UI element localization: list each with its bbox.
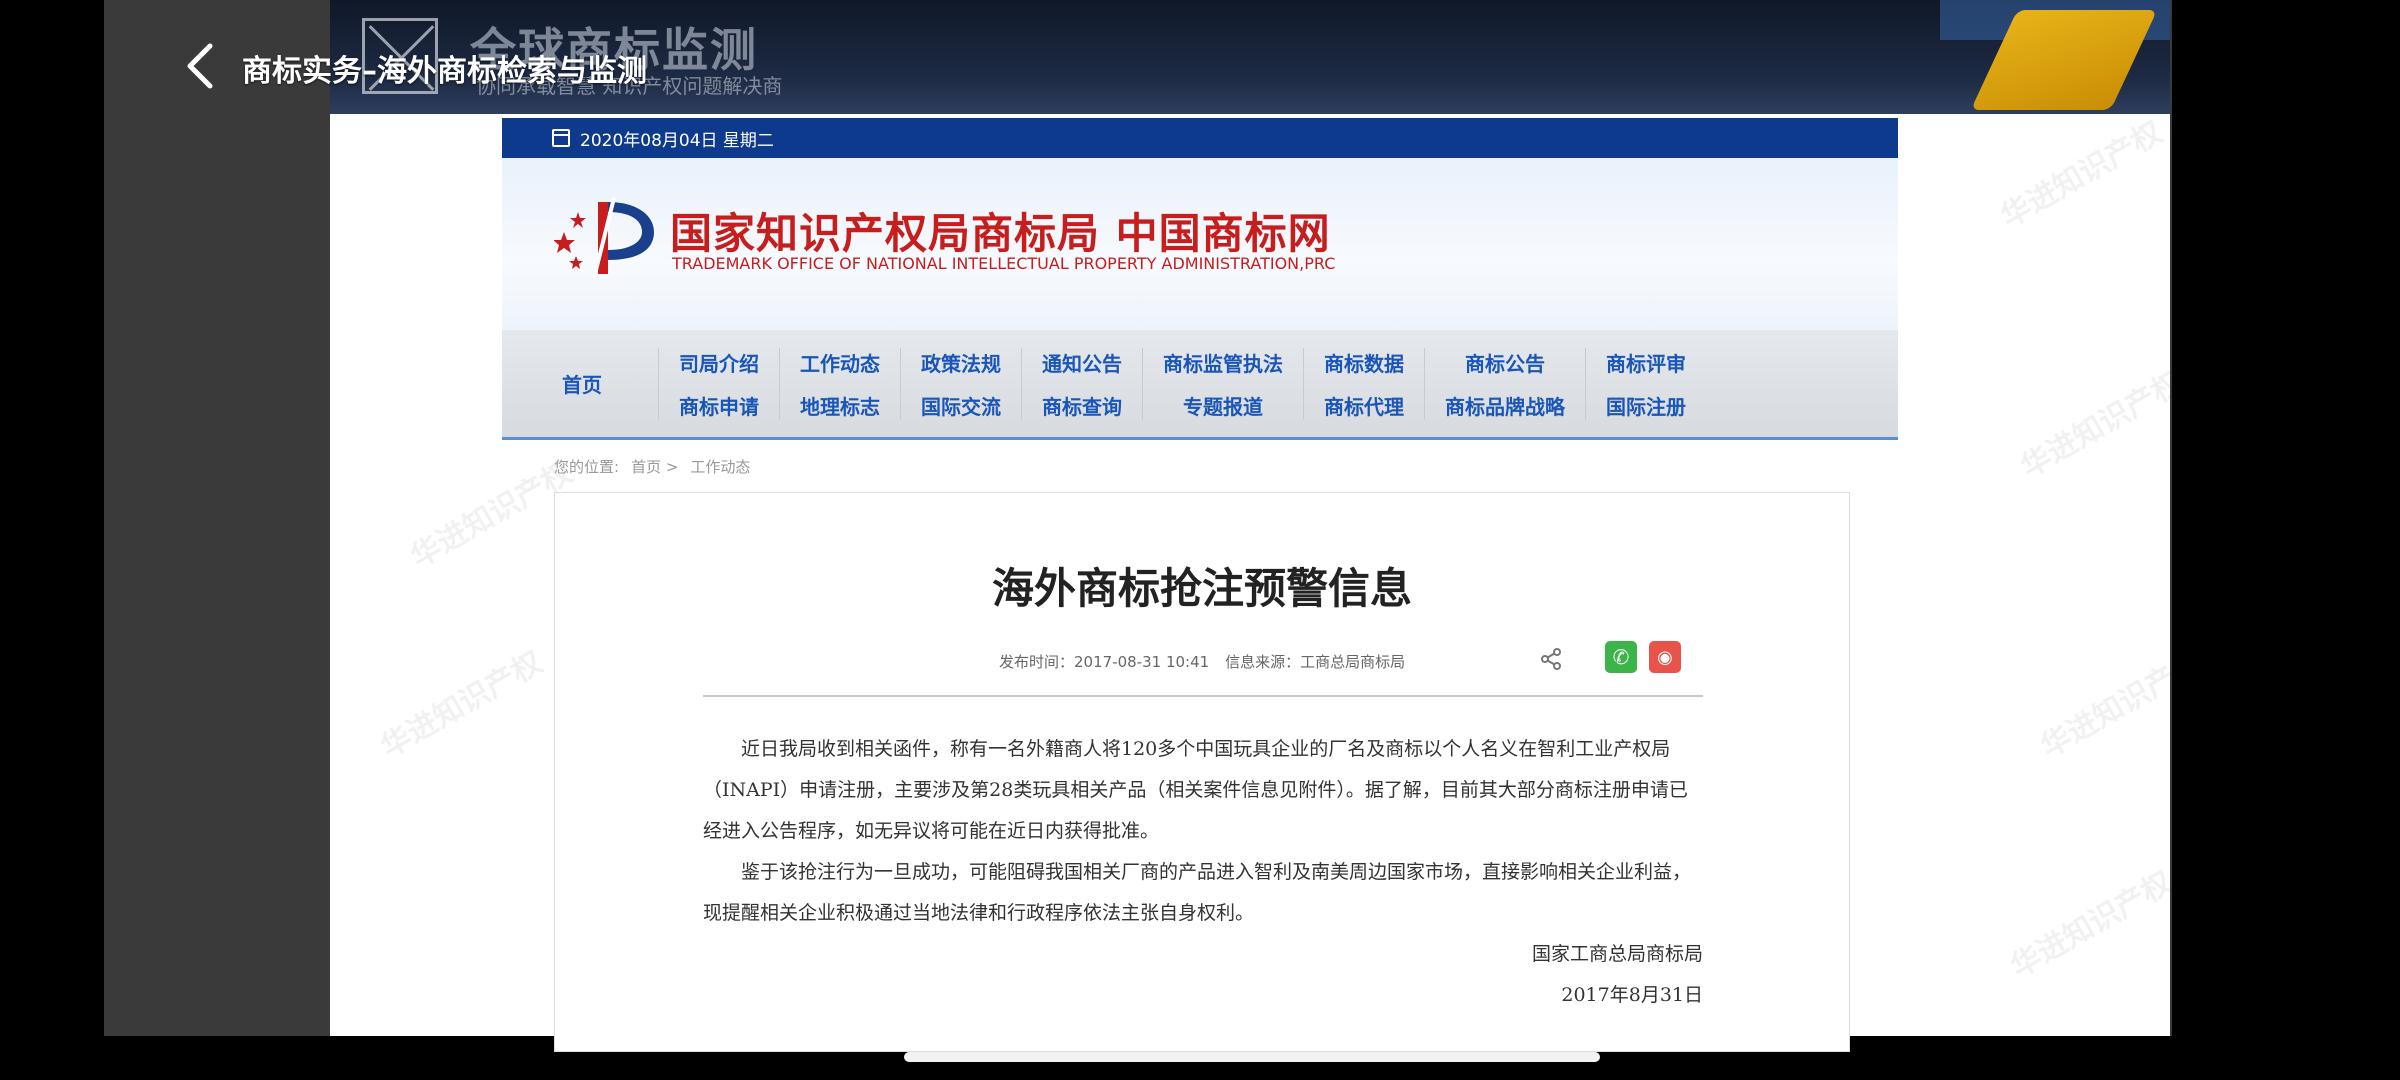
nav-link[interactable]: 地理标志 bbox=[800, 391, 880, 420]
nav-link[interactable]: 商标品牌战略 bbox=[1445, 391, 1565, 420]
nav-link[interactable]: 国际注册 bbox=[1606, 391, 1686, 420]
weibo-share-icon[interactable]: ◉ bbox=[1649, 641, 1681, 673]
article-paragraph: 鉴于该抢注行为一旦成功，可能阻碍我国相关厂商的产品进入智利及南美周边国家市场，直… bbox=[703, 861, 1692, 924]
nav-home-link[interactable]: 首页 bbox=[562, 369, 658, 398]
banner-title-en: TRADEMARK OFFICE OF NATIONAL INTELLECTUA… bbox=[672, 254, 1336, 273]
publish-time: 发布时间：2017-08-31 10:41 bbox=[999, 653, 1210, 671]
nav-column: 商标监管执法 专题报道 bbox=[1142, 347, 1303, 420]
nav-link[interactable]: 商标申请 bbox=[679, 391, 759, 420]
back-button[interactable] bbox=[178, 40, 222, 92]
wechat-share-icon[interactable]: ✆ bbox=[1605, 641, 1637, 673]
watermark: 华进知识产权 bbox=[2005, 864, 2170, 986]
watermark: 华进知识产权 bbox=[375, 644, 549, 766]
nav-column: 商标公告 商标品牌战略 bbox=[1424, 347, 1585, 420]
article-meta: 发布时间：2017-08-31 10:41 信息来源：工商总局商标局 bbox=[999, 651, 1405, 672]
nav-link[interactable]: 商标评审 bbox=[1606, 348, 1686, 377]
breadcrumb-current[interactable]: 工作动态 bbox=[690, 456, 750, 477]
nav-link[interactable]: 商标监管执法 bbox=[1163, 348, 1283, 377]
article-paragraph: 近日我局收到相关函件，称有一名外籍商人将120多个中国玩具企业的厂名及商标以个人… bbox=[703, 738, 1688, 842]
article-body: 近日我局收到相关函件，称有一名外籍商人将120多个中国玩具企业的厂名及商标以个人… bbox=[703, 729, 1703, 1016]
nav-link[interactable]: 商标公告 bbox=[1465, 348, 1545, 377]
article-sign-date: 2017年8月31日 bbox=[1561, 984, 1703, 1006]
nav-link[interactable]: 工作动态 bbox=[800, 348, 880, 377]
site-date: 2020年08月04日 星期二 bbox=[580, 130, 774, 151]
date-bar: 2020年08月04日 星期二 bbox=[502, 118, 1898, 158]
nav-link[interactable]: 司局介绍 bbox=[679, 348, 759, 377]
nav-column: 商标评审 国际注册 bbox=[1585, 347, 1706, 420]
article-signature: 国家工商总局商标局 bbox=[1531, 943, 1703, 965]
site-banner: 国家知识产权局商标局 中国商标网 TRADEMARK OFFICE OF NAT… bbox=[502, 158, 1898, 330]
trademark-office-emblem-icon bbox=[554, 197, 654, 279]
nav-link[interactable]: 商标数据 bbox=[1324, 348, 1404, 377]
nav-link[interactable]: 专题报道 bbox=[1183, 391, 1263, 420]
nav-column: 商标数据 商标代理 bbox=[1303, 347, 1424, 420]
nav-column: 通知公告 商标查询 bbox=[1021, 347, 1142, 420]
nav-link[interactable]: 商标代理 bbox=[1324, 391, 1404, 420]
nav-link[interactable]: 国际交流 bbox=[921, 391, 1001, 420]
watermark: 华进知识产权 bbox=[1995, 114, 2169, 236]
article-divider bbox=[703, 695, 1703, 697]
nav-link[interactable]: 商标查询 bbox=[1042, 391, 1122, 420]
home-indicator[interactable] bbox=[904, 1052, 1600, 1062]
nav-column: 政策法规 国际交流 bbox=[900, 347, 1021, 420]
video-title: 商标实务–海外商标检索与监测 bbox=[242, 54, 647, 89]
watermark: 华进知识产权 bbox=[2035, 644, 2170, 766]
back-arrow-icon bbox=[187, 43, 213, 89]
breadcrumb: 您的位置: 首页 > 工作动态 bbox=[554, 456, 750, 477]
share-icon[interactable] bbox=[1539, 647, 1563, 671]
nav-column: 工作动态 地理标志 bbox=[779, 347, 900, 420]
calendar-icon bbox=[552, 129, 570, 147]
watermark: 华进知识产权 bbox=[2015, 364, 2170, 486]
banner-title-cn: 国家知识产权局商标局 中国商标网 bbox=[670, 209, 1331, 258]
info-source: 信息来源：工商总局商标局 bbox=[1225, 653, 1406, 671]
nav-column: 司局介绍 商标申请 bbox=[658, 347, 779, 420]
article-title: 海外商标抢注预警信息 bbox=[991, 564, 1412, 613]
nav-link[interactable]: 政策法规 bbox=[921, 348, 1001, 377]
breadcrumb-label: 您的位置: bbox=[554, 458, 620, 476]
breadcrumb-home[interactable]: 首页 > bbox=[631, 456, 678, 477]
nav-link[interactable]: 通知公告 bbox=[1042, 348, 1122, 377]
main-navigation: 首页 司局介绍 商标申请 工作动态 地理标志 政策法规 国际交流 通知公告 商标… bbox=[502, 330, 1898, 440]
article-container: 海外商标抢注预警信息 发布时间：2017-08-31 10:41 信息来源：工商… bbox=[554, 492, 1850, 1052]
watermark: 华进知识产权 bbox=[405, 454, 579, 576]
